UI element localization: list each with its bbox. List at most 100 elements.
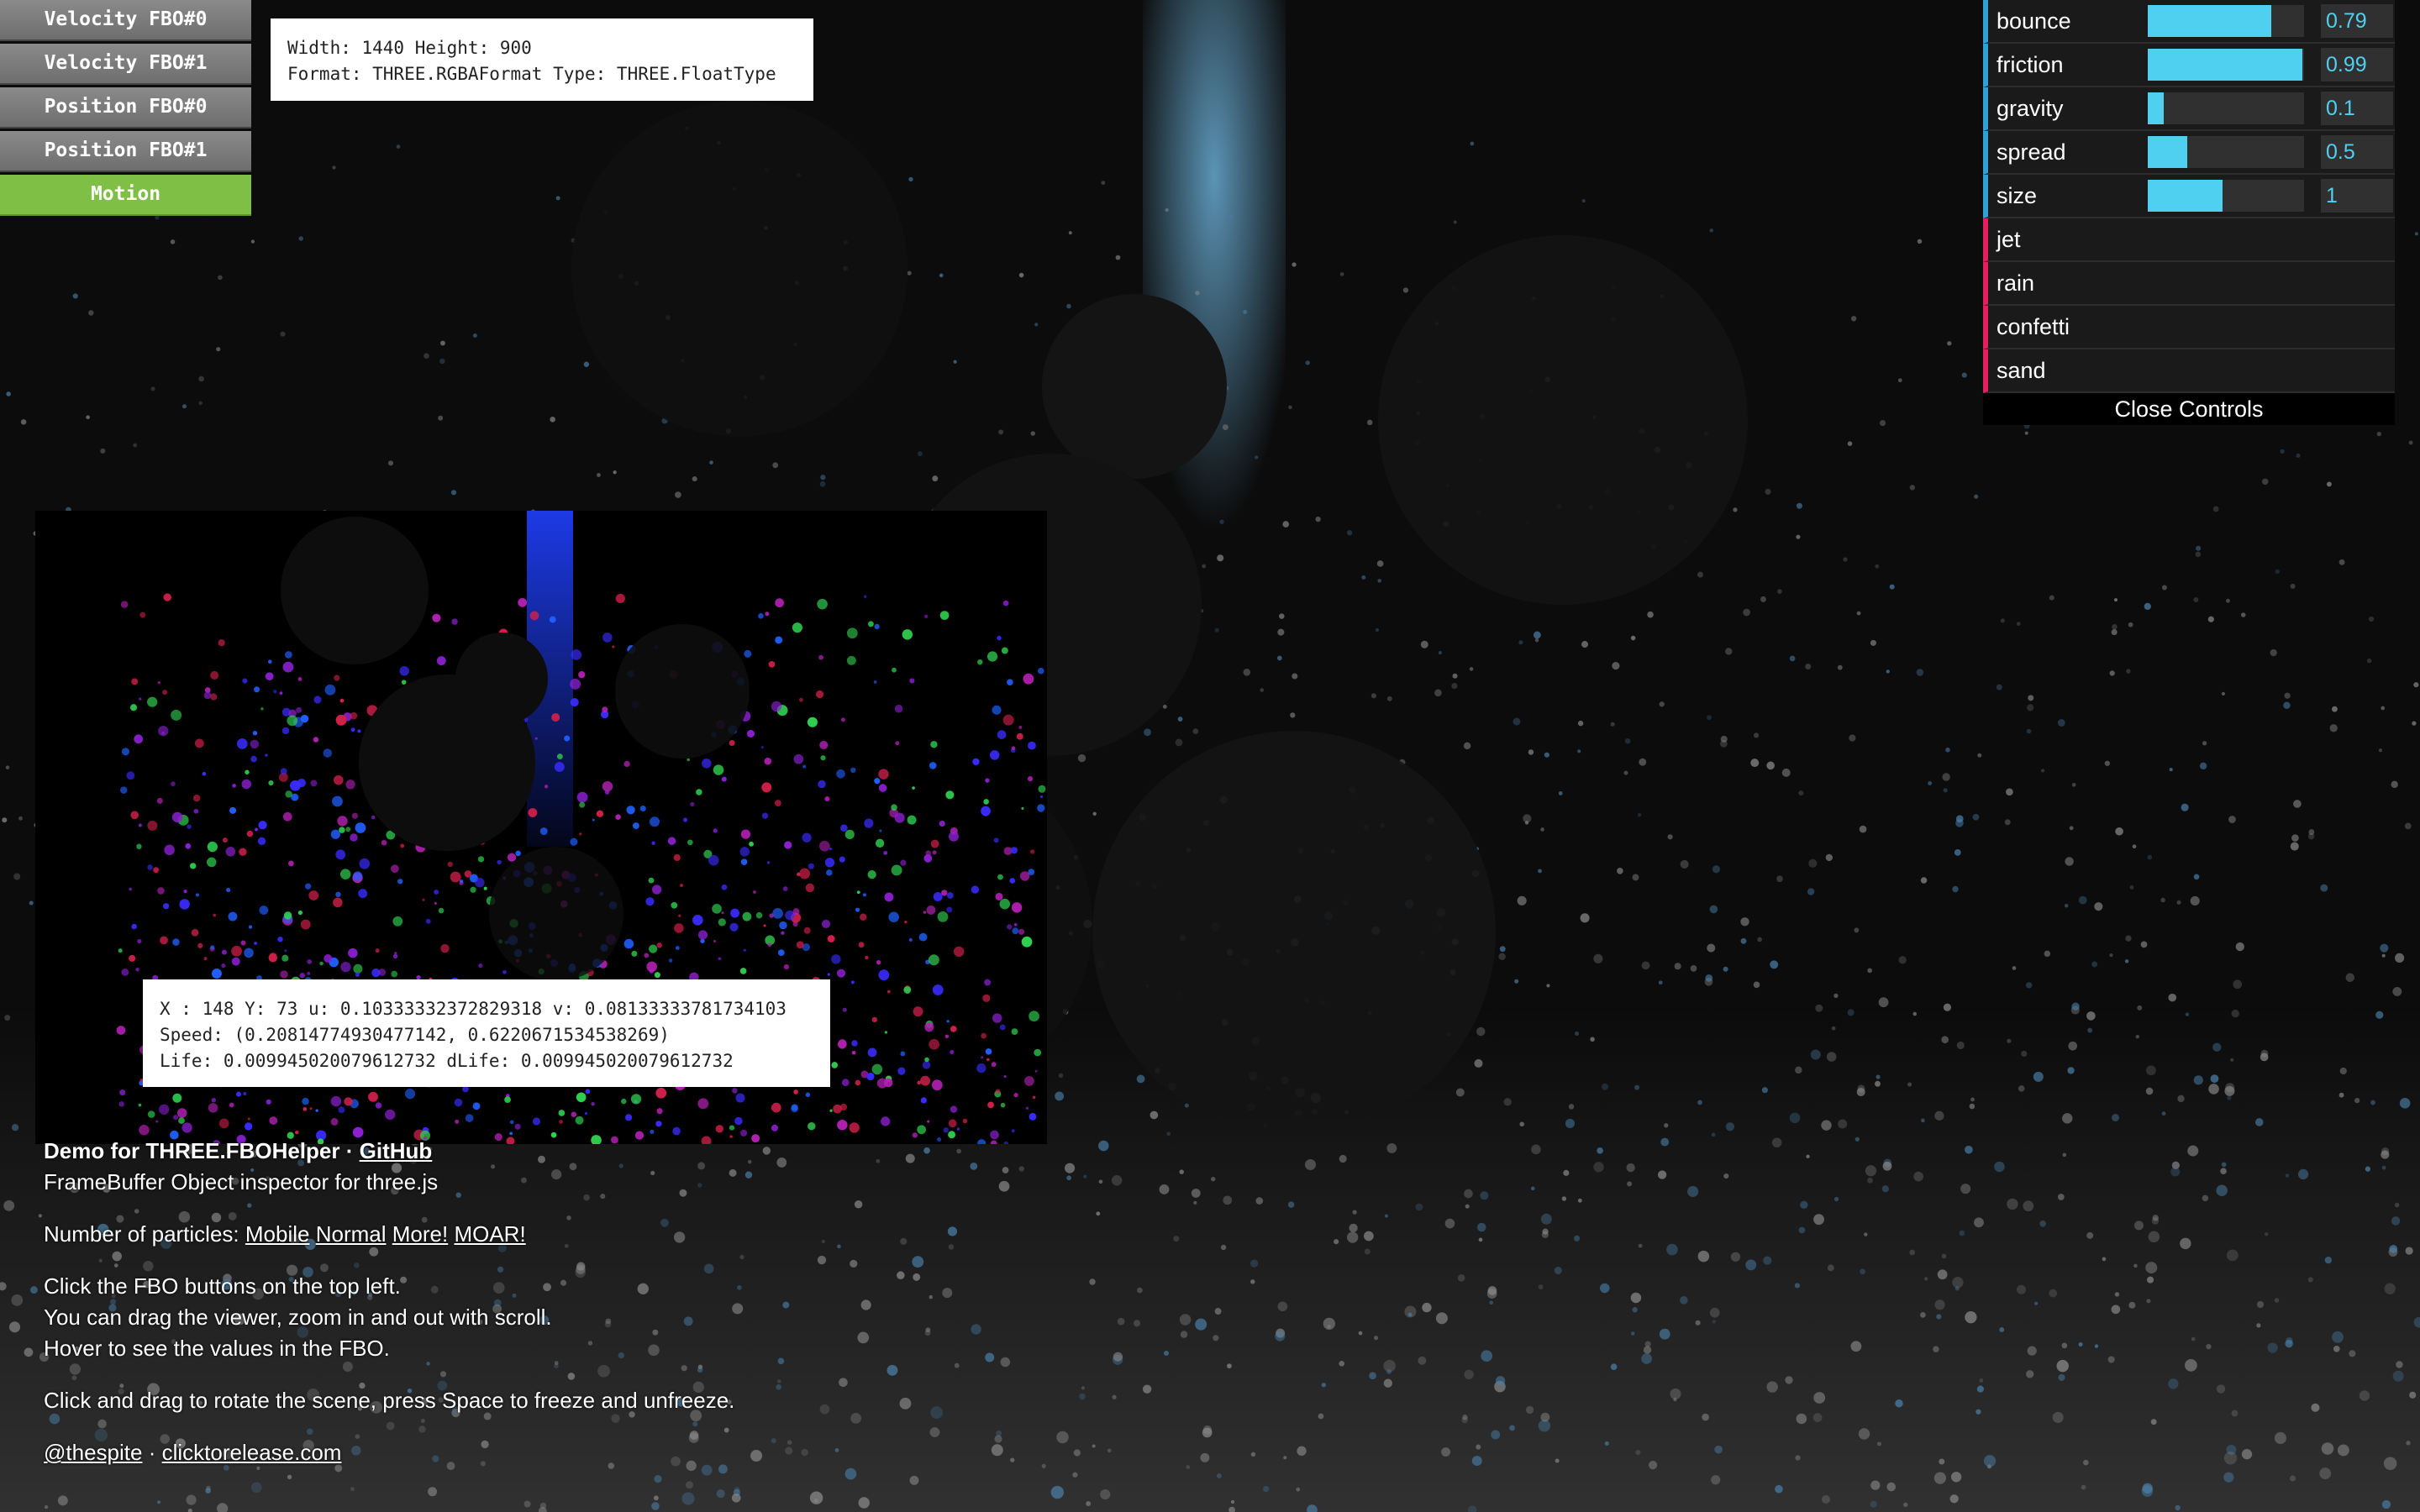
particle [971, 1324, 981, 1335]
particle [1407, 1312, 1413, 1317]
fbo-particle [203, 957, 208, 961]
fbo-particle [236, 738, 248, 749]
fbo-particle [368, 1091, 378, 1102]
fbo-particle [208, 1103, 218, 1113]
velocity-fbo1-button[interactable]: Velocity FBO#1 [0, 44, 251, 85]
particle [472, 333, 477, 338]
particle [1807, 888, 1815, 895]
particle [1481, 1350, 1493, 1362]
particles-moar-link[interactable]: MOAR! [454, 1221, 525, 1247]
fbo-particle [1016, 732, 1023, 740]
fbo-particle [623, 938, 634, 949]
bounce-value[interactable]: 0.79 [2321, 4, 2393, 38]
particles-normal-link[interactable]: Normal [316, 1221, 387, 1247]
fbo-particle [948, 1131, 956, 1139]
fbo-particle [784, 841, 792, 849]
fbo-particle [1024, 1075, 1034, 1086]
jet-button[interactable]: jet [1983, 218, 2395, 262]
fbo-particle [842, 1007, 847, 1012]
bounce-control[interactable]: bounce 0.79 [1983, 0, 2395, 44]
particle [2007, 1198, 2018, 1210]
fbo-particle [239, 848, 247, 856]
particle [2338, 559, 2345, 565]
particle [2221, 1162, 2227, 1168]
fbo-particle [840, 824, 848, 832]
size-slider[interactable] [2148, 180, 2304, 212]
position-fbo0-button[interactable]: Position FBO#0 [0, 87, 251, 129]
gravity-control[interactable]: gravity 0.1 [1983, 87, 2395, 131]
particles-mobile-link[interactable]: Mobile [245, 1221, 310, 1247]
gravity-slider[interactable] [2148, 92, 2304, 124]
position-fbo1-button[interactable]: Position FBO#1 [0, 131, 251, 172]
size-value[interactable]: 1 [2321, 179, 2393, 213]
close-controls-button[interactable]: Close Controls [1983, 393, 2395, 425]
rain-button[interactable]: rain [1983, 262, 2395, 306]
particle [1959, 1230, 1965, 1236]
fbo-particle [299, 973, 306, 979]
fbo-particle [1025, 1106, 1029, 1110]
fbo-particle [596, 810, 604, 817]
fbo-particle [729, 740, 735, 747]
github-link[interactable]: GitHub [360, 1138, 433, 1163]
particle [2389, 1244, 2398, 1253]
fbo-particle [162, 690, 168, 696]
author-link[interactable]: @thespite [44, 1440, 142, 1465]
velocity-fbo0-button[interactable]: Velocity FBO#0 [0, 0, 251, 41]
confetti-button[interactable]: confetti [1983, 306, 2395, 349]
particle [2320, 884, 2328, 892]
particle [1947, 341, 1952, 346]
sand-button[interactable]: sand [1983, 349, 2395, 393]
particle [2284, 692, 2291, 699]
bounce-slider[interactable] [2148, 5, 2304, 37]
fbo-particle [129, 887, 132, 891]
fbo-particle [740, 829, 751, 839]
site-link[interactable]: clicktorelease.com [162, 1440, 342, 1465]
fbo-particle [884, 892, 894, 902]
size-control[interactable]: size 1 [1983, 175, 2395, 218]
particle [2333, 1345, 2340, 1352]
particle [1034, 323, 1039, 327]
fbo-particle [397, 879, 403, 885]
fbo-particle [791, 1105, 799, 1113]
particle [2359, 1390, 2370, 1401]
fbo-size-text: Width: 1440 Height: 900 [287, 38, 532, 58]
particle [1142, 1384, 1152, 1394]
particle [1050, 1485, 1065, 1499]
friction-control[interactable]: friction 0.99 [1983, 44, 2395, 87]
particle [1999, 1327, 2005, 1332]
particle [1370, 693, 1376, 699]
fbo-particle [375, 948, 380, 953]
particle [2224, 1085, 2235, 1096]
particle [2345, 973, 2355, 982]
spread-value[interactable]: 0.5 [2321, 135, 2393, 169]
particle [1555, 1458, 1560, 1463]
particle [1222, 424, 1228, 431]
spread-slider[interactable] [2148, 136, 2304, 168]
particle [1018, 272, 1024, 278]
fbo-particle [210, 670, 219, 680]
particle [2381, 706, 2386, 711]
particle [2049, 595, 2054, 601]
fbo-particle [818, 654, 824, 660]
particle [905, 1153, 915, 1163]
motion-button[interactable]: Motion [0, 175, 251, 216]
controls-panel: bounce 0.79 friction 0.99 gravity 0.1 sp… [1983, 0, 2395, 425]
fbo-particle [753, 890, 756, 894]
fbo-particle [515, 850, 521, 857]
particle [2326, 481, 2332, 487]
particle [1638, 1243, 1643, 1248]
particle [2391, 1216, 2401, 1226]
spread-control[interactable]: spread 0.5 [1983, 131, 2395, 175]
fbo-particle [850, 980, 855, 984]
particle [2151, 1217, 2160, 1225]
friction-slider[interactable] [2148, 49, 2304, 81]
fbo-particle [268, 780, 274, 786]
fbo-particle [381, 839, 387, 846]
particles-more-link[interactable]: More! [392, 1221, 448, 1247]
fbo-particle [281, 954, 289, 962]
particle [2339, 1067, 2347, 1075]
friction-value[interactable]: 0.99 [2321, 48, 2393, 81]
particle [1745, 1259, 1757, 1271]
fbo-particle [775, 636, 783, 644]
gravity-value[interactable]: 0.1 [2321, 92, 2393, 125]
